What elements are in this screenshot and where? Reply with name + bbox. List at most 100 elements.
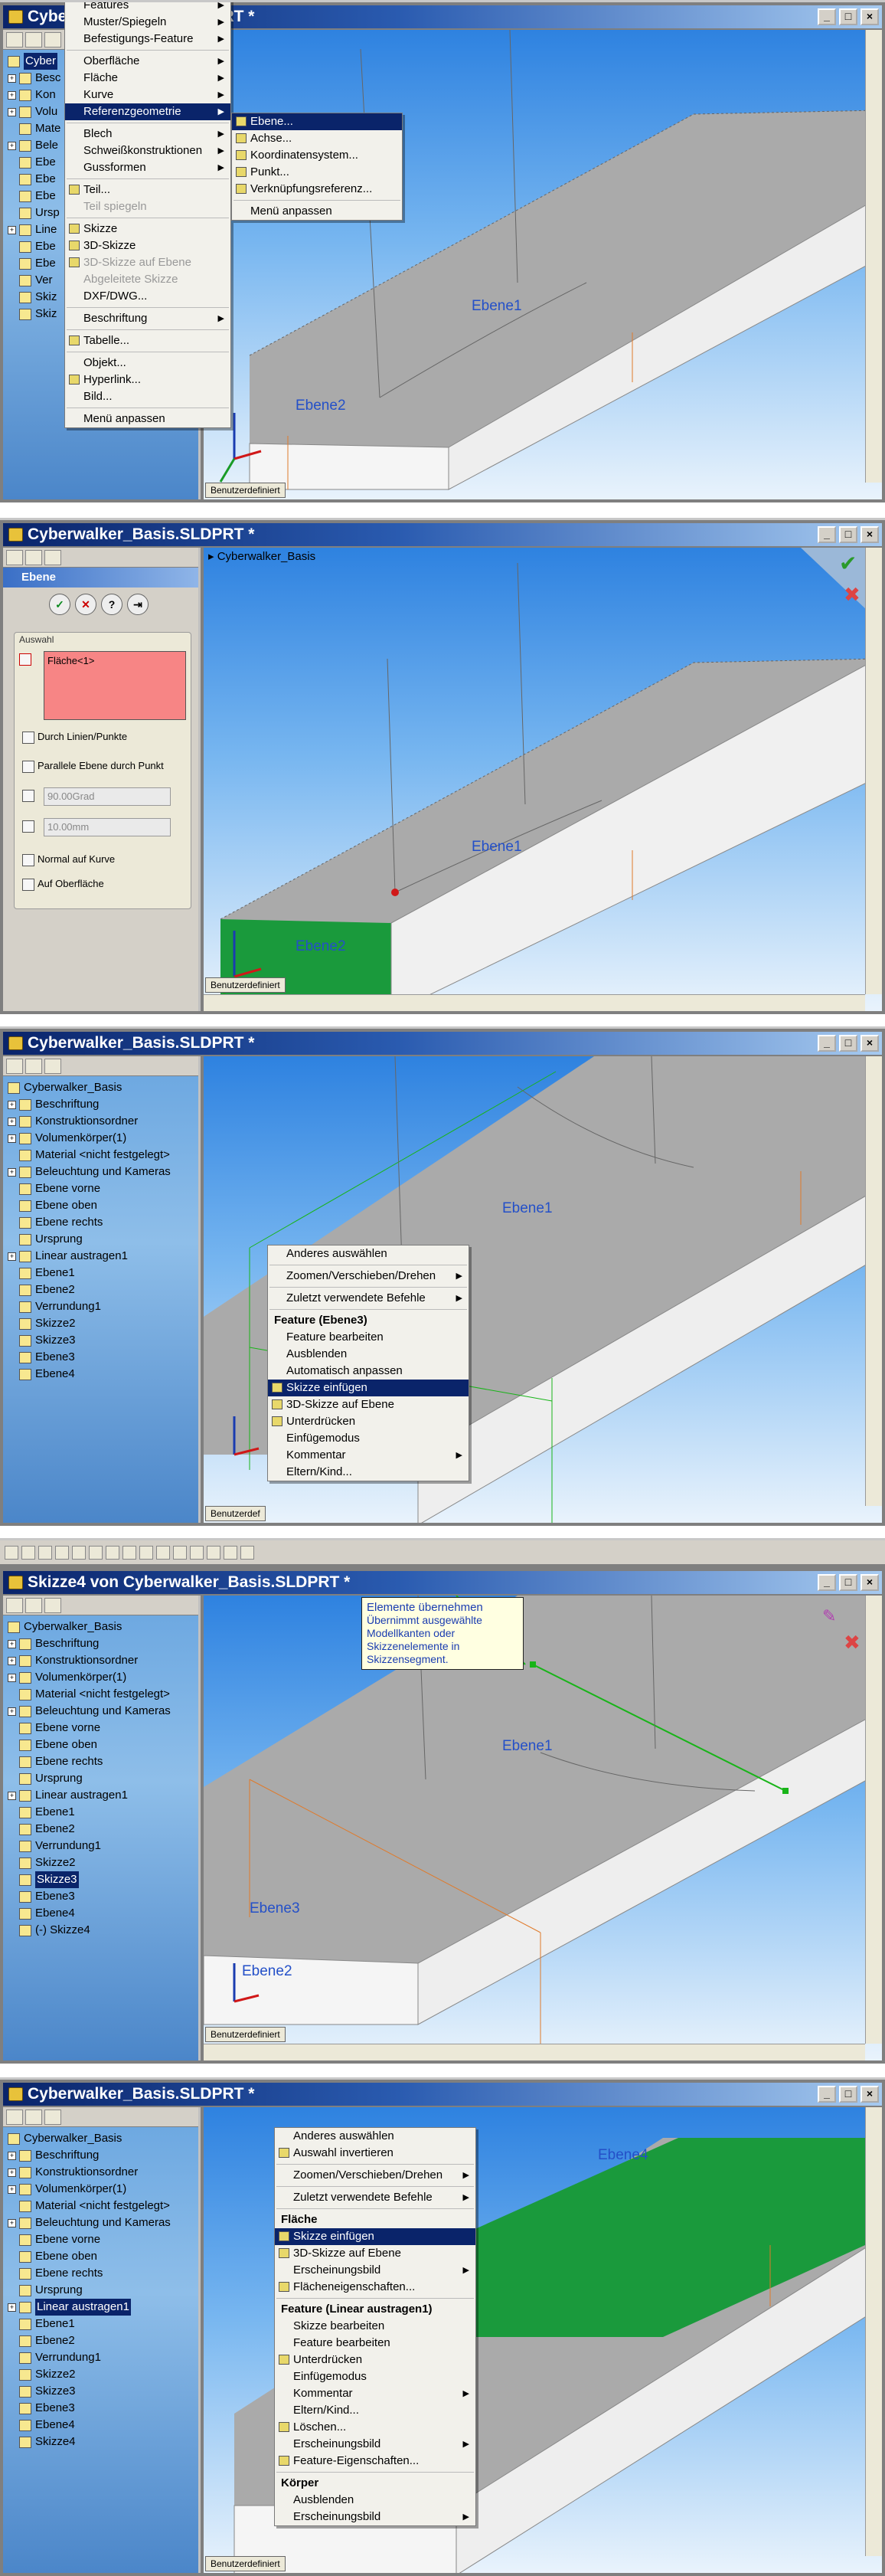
menu-item-feature-eigenschaften[interactable]: Feature-Eigenschaften... — [275, 2453, 475, 2470]
trim-icon[interactable] — [224, 1545, 237, 1560]
option-parallel-plane[interactable]: Parallele Ebene durch Punkt — [22, 760, 164, 773]
close-icon[interactable]: × — [861, 1035, 879, 1052]
tree-item-beschriftung[interactable]: + Beschriftung — [8, 1096, 198, 1113]
tree-item-cyberwalker-basis[interactable]: Cyberwalker_Basis — [8, 1079, 198, 1096]
fillet-icon[interactable] — [173, 1545, 187, 1560]
menu-item-einfugemodus[interactable]: Einfügemodus — [268, 1430, 469, 1447]
cancel-icon[interactable]: ✖ — [844, 1632, 861, 1655]
minimize-icon[interactable]: _ — [818, 526, 836, 543]
menu-item-teil[interactable]: Teil... — [65, 182, 230, 198]
menu-item-skizze-bearbeiten[interactable]: Skizze bearbeiten — [275, 2318, 475, 2335]
menu-item-referenzgeometrie[interactable]: Referenzgeometrie ▶ — [65, 103, 230, 120]
tree-item-linear-austragen1[interactable]: + Linear austragen1 — [8, 1787, 198, 1804]
expand-icon[interactable]: + — [8, 107, 16, 116]
tree-item-beleuchtung-und-kameras[interactable]: + Beleuchtung und Kameras — [8, 1703, 198, 1720]
menu-item-erscheinungsbild[interactable]: Erscheinungsbild ▶ — [275, 2509, 475, 2525]
minimize-icon[interactable]: _ — [818, 2086, 836, 2103]
selection-item[interactable]: Fläche<1> — [47, 655, 94, 666]
tree-item-ebene-oben[interactable]: Ebene oben — [8, 2248, 198, 2265]
tab-properties[interactable] — [25, 1058, 42, 1074]
menu-item-skizze-einfugen[interactable]: Skizze einfügen — [268, 1380, 469, 1396]
menu-item-anderes-auswahlen[interactable]: Anderes auswählen — [275, 2128, 475, 2145]
tab-feature-tree[interactable] — [6, 31, 23, 47]
tree-item-ursprung[interactable]: Ursprung — [8, 1231, 198, 1248]
tree-item-ebene-rechts[interactable]: Ebene rechts — [8, 2265, 198, 2282]
graphics-area[interactable]: ✎ ✖ Ebene1 Ebene3 Ebene2 Benutzerdefinie… — [204, 1596, 882, 2060]
tree-item-ebene1[interactable]: Ebene1 — [8, 1804, 198, 1821]
menu-item-oberflache[interactable]: Oberfläche ▶ — [65, 53, 230, 70]
menu-item-anderes-auswahlen[interactable]: Anderes auswählen — [268, 1245, 469, 1262]
tree-item-ebene3[interactable]: Ebene3 — [8, 1888, 198, 1905]
tree-item-cyberwalker-basis[interactable]: Cyberwalker_Basis — [8, 1619, 198, 1635]
menu-item-flacheneigenschaften[interactable]: Flächeneigenschaften... — [275, 2279, 475, 2296]
close-icon[interactable]: × — [861, 8, 879, 25]
menu-item-zuletzt-verwendete-befehle[interactable]: Zuletzt verwendete Befehle ▶ — [275, 2189, 475, 2206]
tree-item-cyberwalker-basis[interactable]: Cyberwalker_Basis — [8, 2130, 198, 2147]
tree-item-ebene-vorne[interactable]: Ebene vorne — [8, 1720, 198, 1736]
expand-icon[interactable]: + — [8, 1791, 16, 1800]
tab-configuration[interactable] — [44, 1597, 61, 1613]
menu-item-dxf-dwg[interactable]: DXF/DWG... — [65, 288, 230, 305]
tree-item-ursprung[interactable]: Ursprung — [8, 2282, 198, 2299]
expand-icon[interactable]: + — [8, 74, 16, 83]
menu-item-eltern-kind[interactable]: Eltern/Kind... — [275, 2402, 475, 2419]
tree-item-ebene1[interactable]: Ebene1 — [8, 2316, 198, 2332]
convert-entities-icon[interactable] — [207, 1545, 220, 1560]
expand-icon[interactable]: + — [8, 1134, 16, 1143]
spline-icon[interactable] — [106, 1545, 119, 1560]
close-icon[interactable]: × — [861, 2086, 879, 2103]
menu-item-achse[interactable]: Achse... — [232, 130, 402, 147]
ok-icon[interactable]: ✔ — [839, 551, 857, 576]
expand-icon[interactable]: + — [8, 1100, 16, 1109]
selection-box[interactable]: Fläche<1> — [44, 651, 186, 720]
menu-item-feature-bearbeiten[interactable]: Feature bearbeiten — [275, 2335, 475, 2352]
menu-item-loschen[interactable]: Löschen... — [275, 2419, 475, 2436]
pushpin-icon[interactable]: ⇥ — [127, 594, 149, 615]
configuration-status[interactable]: Benutzerdefiniert — [205, 2027, 286, 2042]
menu-item-3d-skizze-auf-ebene[interactable]: 3D-Skizze auf Ebene — [268, 1396, 469, 1413]
distance-icon[interactable] — [22, 820, 38, 833]
maximize-icon[interactable]: □ — [839, 8, 857, 25]
tree-item-ebene4[interactable]: Ebene4 — [8, 1366, 198, 1383]
tree-item-skizze3[interactable]: Skizze3 — [8, 2383, 198, 2400]
minimize-icon[interactable]: _ — [818, 1574, 836, 1591]
expand-icon[interactable]: + — [8, 1167, 16, 1177]
menu-item-verknupfungsreferenz[interactable]: Verknüpfungsreferenz... — [232, 181, 402, 198]
expand-icon[interactable]: + — [8, 2168, 16, 2177]
menu-item-objekt[interactable]: Objekt... — [65, 355, 230, 372]
menu-item-automatisch-anpassen[interactable]: Automatisch anpassen — [268, 1363, 469, 1380]
expand-icon[interactable]: + — [8, 2303, 16, 2312]
tree-item-volumenkorper-1[interactable]: + Volumenkörper(1) — [8, 2181, 198, 2198]
minimize-icon[interactable]: _ — [818, 8, 836, 25]
tree-item-ebene-rechts[interactable]: Ebene rechts — [8, 1214, 198, 1231]
expand-icon[interactable]: + — [8, 1117, 16, 1126]
tree-item-konstruktionsordner[interactable]: + Konstruktionsordner — [8, 1652, 198, 1669]
vertical-scrollbar[interactable] — [865, 2107, 882, 2556]
menu-item-menu-anpassen[interactable]: Menü anpassen — [65, 411, 230, 427]
tree-item-skizze2[interactable]: Skizze2 — [8, 1315, 198, 1332]
menu-item-ausblenden[interactable]: Ausblenden — [268, 1346, 469, 1363]
menu-item-unterdrucken[interactable]: Unterdrücken — [268, 1413, 469, 1430]
menu-item-ebene[interactable]: Ebene... — [232, 113, 402, 130]
configuration-status[interactable]: Benutzerdefiniert — [205, 2556, 286, 2571]
option-on-surface[interactable]: Auf Oberfläche — [22, 878, 104, 891]
menu-item-auswahl-invertieren[interactable]: Auswahl invertieren — [275, 2145, 475, 2162]
mirror-icon[interactable] — [156, 1545, 170, 1560]
centerline-icon[interactable] — [139, 1545, 153, 1560]
tree-item-skizze3[interactable]: Skizze3 — [8, 1332, 198, 1349]
angle-field[interactable]: 90.00Grad — [44, 787, 171, 806]
vertical-scrollbar[interactable] — [865, 548, 882, 994]
rectangle-icon[interactable] — [55, 1545, 69, 1560]
menu-item-kommentar[interactable]: Kommentar ▶ — [275, 2385, 475, 2402]
tree-item-beleuchtung-und-kameras[interactable]: + Beleuchtung und Kameras — [8, 1164, 198, 1180]
horizontal-scrollbar[interactable] — [204, 994, 865, 1011]
tree-item-beleuchtung-und-kameras[interactable]: + Beleuchtung und Kameras — [8, 2214, 198, 2231]
menu-item-befestigungs-feature[interactable]: Befestigungs-Feature ▶ — [65, 31, 230, 47]
minimize-icon[interactable]: _ — [818, 1035, 836, 1052]
menu-item-erscheinungsbild[interactable]: Erscheinungsbild ▶ — [275, 2436, 475, 2453]
expand-icon[interactable]: + — [8, 2151, 16, 2160]
expand-icon[interactable]: + — [8, 1673, 16, 1682]
vertical-scrollbar[interactable] — [865, 1056, 882, 1506]
menu-item-bild[interactable]: Bild... — [65, 388, 230, 405]
tree-item-linear-austragen1[interactable]: + Linear austragen1 — [8, 1248, 198, 1265]
